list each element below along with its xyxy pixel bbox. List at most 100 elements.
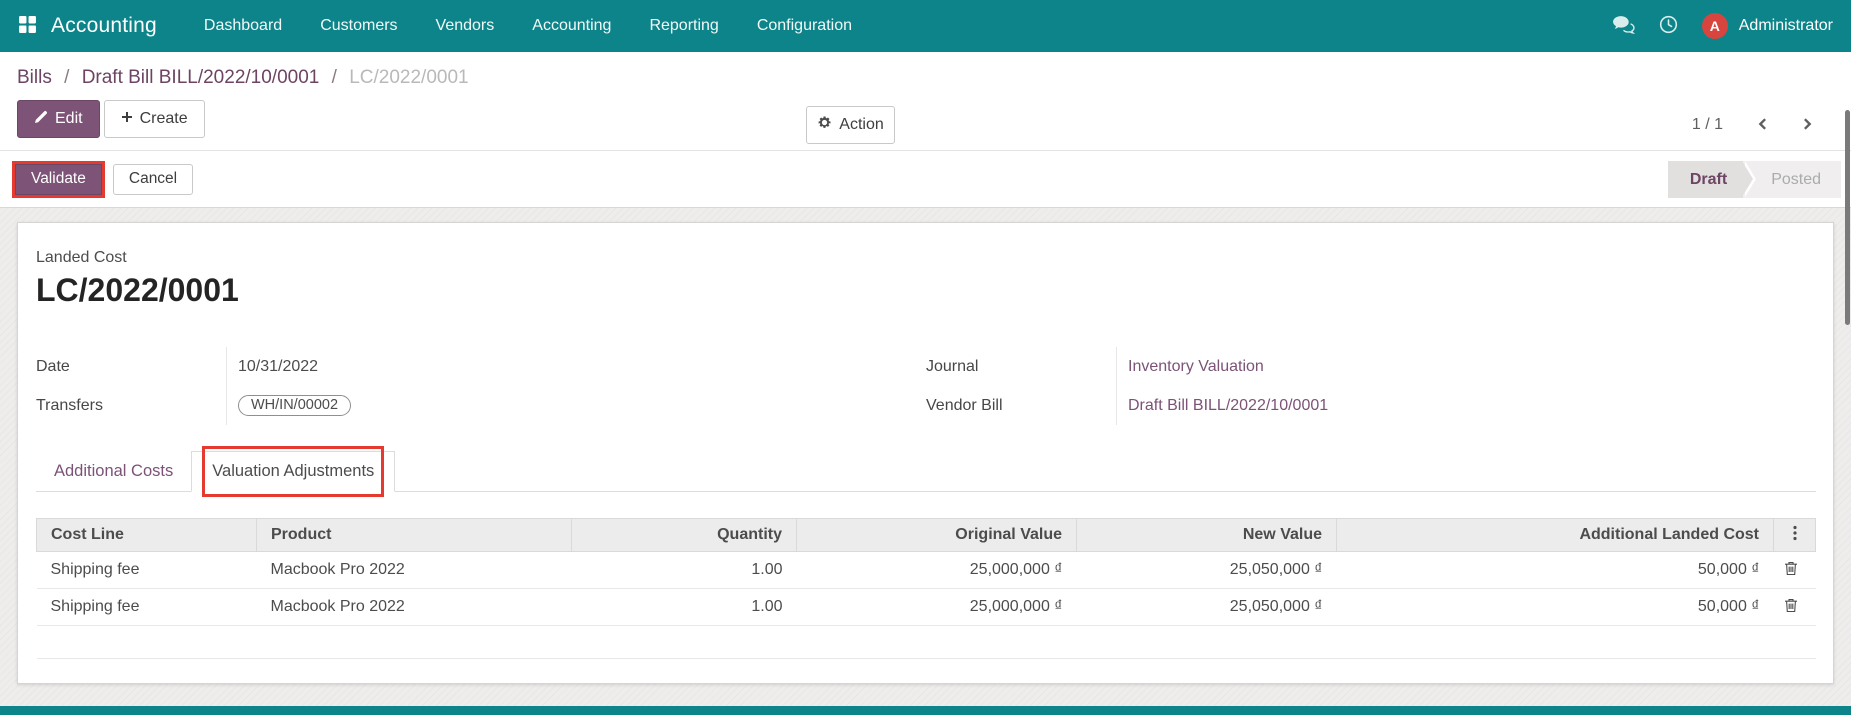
validate-button[interactable]: Validate xyxy=(15,164,102,195)
cell-product: Macbook Pro 2022 xyxy=(257,589,572,626)
trash-icon xyxy=(1784,601,1798,616)
cancel-button[interactable]: Cancel xyxy=(113,164,193,195)
nav-item-customers[interactable]: Customers xyxy=(301,0,416,52)
field-date: Date 10/31/2022 xyxy=(36,347,926,386)
apps-grid-icon xyxy=(18,15,37,37)
field-vendor-bill: Vendor Bill Draft Bill BILL/2022/10/0001 xyxy=(926,386,1816,425)
user-name: Administrator xyxy=(1739,17,1833,35)
date-value: 10/31/2022 xyxy=(226,347,926,386)
breadcrumb-separator: / xyxy=(57,67,76,88)
control-panel-buttons: Edit Create Action 1 / 1 xyxy=(17,100,1851,138)
nav-item-configuration[interactable]: Configuration xyxy=(738,0,871,52)
cell-cost-line: Shipping fee xyxy=(37,589,257,626)
table-header-row: Cost Line Product Quantity Original Valu… xyxy=(37,519,1816,552)
create-button[interactable]: Create xyxy=(104,100,205,138)
nav-item-dashboard[interactable]: Dashboard xyxy=(185,0,301,52)
empty-row xyxy=(37,626,1816,659)
action-button-label: Action xyxy=(839,116,883,134)
cell-new-value: 25,050,000 ₫ xyxy=(1077,589,1337,626)
top-navbar: Accounting Dashboard Customers Vendors A… xyxy=(0,0,1851,52)
optional-columns-button[interactable] xyxy=(1774,519,1816,552)
col-new-value[interactable]: New Value xyxy=(1077,519,1337,552)
transfer-badge: WH/IN/00002 xyxy=(238,395,351,416)
vendor-bill-label: Vendor Bill xyxy=(926,397,1116,415)
table-row[interactable]: Shipping fee Macbook Pro 2022 1.00 25,00… xyxy=(37,552,1816,589)
breadcrumb-separator: / xyxy=(325,67,344,88)
field-journal: Journal Inventory Valuation xyxy=(926,347,1816,386)
activities-button[interactable] xyxy=(1659,15,1678,37)
form-statusbar: Validate Cancel Draft Posted xyxy=(0,150,1851,208)
control-panel: Bills / Draft Bill BILL/2022/10/0001 / L… xyxy=(0,52,1851,150)
scrollbar[interactable] xyxy=(1845,110,1850,325)
gear-icon xyxy=(817,115,832,135)
pager-counter: 1 / 1 xyxy=(1692,116,1723,134)
tab-annotation-box: Valuation Adjustments xyxy=(202,446,384,497)
cell-cost-line: Shipping fee xyxy=(37,552,257,589)
form-sheet: Landed Cost LC/2022/0001 Date 10/31/2022… xyxy=(17,222,1834,684)
trash-icon xyxy=(1784,564,1798,579)
messages-icon xyxy=(1612,16,1635,37)
cell-original-value: 25,000,000 ₫ xyxy=(797,552,1077,589)
vendor-bill-value: Draft Bill BILL/2022/10/0001 xyxy=(1116,386,1816,425)
app-name[interactable]: Accounting xyxy=(51,14,157,38)
main-menu: Dashboard Customers Vendors Accounting R… xyxy=(185,0,871,52)
action-button[interactable]: Action xyxy=(806,106,895,144)
col-additional-landed-cost[interactable]: Additional Landed Cost xyxy=(1337,519,1774,552)
table-row[interactable]: Shipping fee Macbook Pro 2022 1.00 25,00… xyxy=(37,589,1816,626)
journal-link[interactable]: Inventory Valuation xyxy=(1128,358,1264,376)
notebook-tabs: Additional Costs Valuation Adjustments xyxy=(36,451,1816,492)
pencil-icon xyxy=(34,110,48,129)
pager-next-button[interactable] xyxy=(1793,113,1821,138)
footer-strip xyxy=(0,706,1851,715)
cell-additional-landed-cost: 50,000 ₫ xyxy=(1337,589,1774,626)
col-product[interactable]: Product xyxy=(257,519,572,552)
chevron-right-icon xyxy=(1800,117,1814,134)
record-title: LC/2022/0001 xyxy=(36,272,1816,309)
nav-item-reporting[interactable]: Reporting xyxy=(630,0,737,52)
cell-additional-landed-cost: 50,000 ₫ xyxy=(1337,552,1774,589)
cell-new-value: 25,050,000 ₫ xyxy=(1077,552,1337,589)
transfers-value: WH/IN/00002 xyxy=(226,386,926,425)
nav-item-accounting[interactable]: Accounting xyxy=(513,0,630,52)
apps-menu-button[interactable] xyxy=(14,11,41,41)
breadcrumb: Bills / Draft Bill BILL/2022/10/0001 / L… xyxy=(17,64,1851,92)
breadcrumb-current: LC/2022/0001 xyxy=(349,67,468,88)
col-quantity[interactable]: Quantity xyxy=(572,519,797,552)
edit-button[interactable]: Edit xyxy=(17,100,100,138)
sheet-label: Landed Cost xyxy=(36,249,1816,267)
vendor-bill-link[interactable]: Draft Bill BILL/2022/10/0001 xyxy=(1128,397,1328,415)
avatar: A xyxy=(1702,13,1728,39)
valuation-adjustments-table: Cost Line Product Quantity Original Valu… xyxy=(36,518,1816,659)
edit-button-label: Edit xyxy=(55,110,83,128)
field-group: Date 10/31/2022 Transfers WH/IN/00002 Jo… xyxy=(36,347,1816,425)
delete-row-button[interactable] xyxy=(1782,559,1800,581)
tab-additional-costs[interactable]: Additional Costs xyxy=(36,451,191,491)
status-draft[interactable]: Draft xyxy=(1668,161,1743,198)
date-label: Date xyxy=(36,358,226,376)
status-posted[interactable]: Posted xyxy=(1743,161,1841,198)
cell-original-value: 25,000,000 ₫ xyxy=(797,589,1077,626)
col-original-value[interactable]: Original Value xyxy=(797,519,1077,552)
field-transfers: Transfers WH/IN/00002 xyxy=(36,386,926,425)
delete-row-button[interactable] xyxy=(1782,596,1800,618)
status-widget: Draft Posted xyxy=(1668,161,1841,198)
vertical-ellipsis-icon xyxy=(1793,528,1797,545)
navbar-right: A Administrator xyxy=(1612,13,1837,39)
pager: 1 / 1 xyxy=(1692,106,1821,144)
user-menu[interactable]: A Administrator xyxy=(1702,13,1833,39)
nav-item-vendors[interactable]: Vendors xyxy=(417,0,514,52)
breadcrumb-draft-bill[interactable]: Draft Bill BILL/2022/10/0001 xyxy=(82,67,320,88)
odoo-app-window: Accounting Dashboard Customers Vendors A… xyxy=(0,0,1851,715)
breadcrumb-bills[interactable]: Bills xyxy=(17,67,52,88)
activities-clock-icon xyxy=(1659,15,1678,37)
messages-button[interactable] xyxy=(1612,16,1635,37)
plus-icon xyxy=(121,110,133,128)
chevron-left-icon xyxy=(1756,117,1770,134)
pager-previous-button[interactable] xyxy=(1749,113,1777,138)
tab-valuation-adjustments[interactable]: Valuation Adjustments xyxy=(191,451,395,492)
create-button-label: Create xyxy=(140,110,188,128)
cell-quantity: 1.00 xyxy=(572,589,797,626)
col-cost-line[interactable]: Cost Line xyxy=(37,519,257,552)
content-area: Landed Cost LC/2022/0001 Date 10/31/2022… xyxy=(0,208,1851,714)
field-group-left: Date 10/31/2022 Transfers WH/IN/00002 xyxy=(36,347,926,425)
